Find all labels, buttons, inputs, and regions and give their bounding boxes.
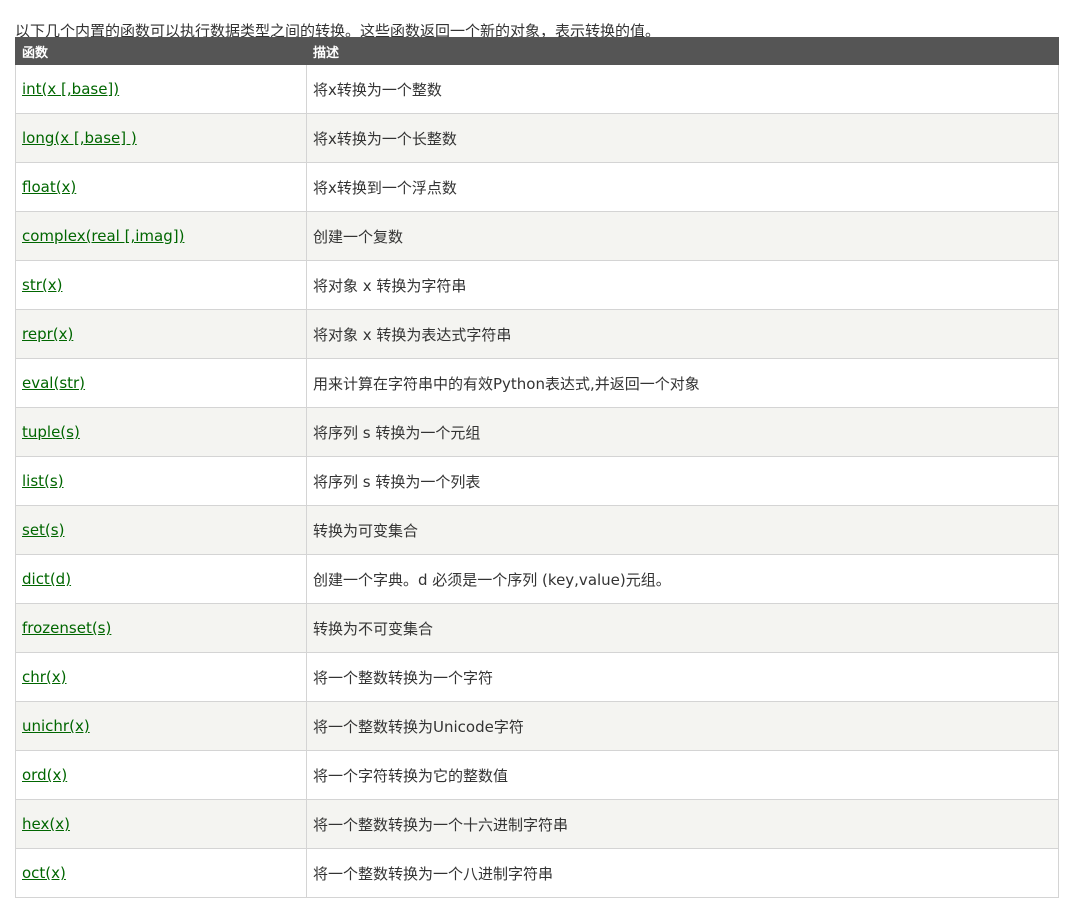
table-row: dict(d) 创建一个字典。d 必须是一个序列 (key,value)元组。 bbox=[15, 554, 1059, 604]
description-cell: 将一个整数转换为Unicode字符 bbox=[306, 701, 1059, 751]
description-cell: 创建一个复数 bbox=[306, 211, 1059, 261]
function-link[interactable]: ord(x) bbox=[22, 766, 67, 784]
description-cell: 将对象 x 转换为字符串 bbox=[306, 260, 1059, 310]
table-row: complex(real [,imag]) 创建一个复数 bbox=[15, 211, 1059, 261]
table-row: chr(x) 将一个整数转换为一个字符 bbox=[15, 652, 1059, 702]
function-link[interactable]: str(x) bbox=[22, 276, 62, 294]
description-cell: 将x转换到一个浮点数 bbox=[306, 162, 1059, 212]
function-cell: hex(x) bbox=[15, 799, 307, 849]
function-link[interactable]: set(s) bbox=[22, 521, 64, 539]
function-cell: set(s) bbox=[15, 505, 307, 555]
function-link[interactable]: float(x) bbox=[22, 178, 76, 196]
table-row: repr(x) 将对象 x 转换为表达式字符串 bbox=[15, 309, 1059, 359]
function-link[interactable]: complex(real [,imag]) bbox=[22, 227, 184, 245]
table-row: hex(x) 将一个整数转换为一个十六进制字符串 bbox=[15, 799, 1059, 849]
table-row: list(s) 将序列 s 转换为一个列表 bbox=[15, 456, 1059, 506]
description-cell: 用来计算在字符串中的有效Python表达式,并返回一个对象 bbox=[306, 358, 1059, 408]
description-cell: 将一个整数转换为一个八进制字符串 bbox=[306, 848, 1059, 898]
description-cell: 将一个整数转换为一个十六进制字符串 bbox=[306, 799, 1059, 849]
function-link[interactable]: hex(x) bbox=[22, 815, 70, 833]
function-link[interactable]: unichr(x) bbox=[22, 717, 90, 735]
function-link[interactable]: dict(d) bbox=[22, 570, 71, 588]
table-row: set(s) 转换为可变集合 bbox=[15, 505, 1059, 555]
function-link[interactable]: repr(x) bbox=[22, 325, 73, 343]
function-cell: ord(x) bbox=[15, 750, 307, 800]
description-cell: 将一个字符转换为它的整数值 bbox=[306, 750, 1059, 800]
description-cell: 将x转换为一个长整数 bbox=[306, 113, 1059, 163]
table-row: long(x [,base] ) 将x转换为一个长整数 bbox=[15, 113, 1059, 163]
function-cell: repr(x) bbox=[15, 309, 307, 359]
table-row: eval(str) 用来计算在字符串中的有效Python表达式,并返回一个对象 bbox=[15, 358, 1059, 408]
function-cell: list(s) bbox=[15, 456, 307, 506]
description-cell: 将x转换为一个整数 bbox=[306, 64, 1059, 114]
function-cell: eval(str) bbox=[15, 358, 307, 408]
table-row: ord(x) 将一个字符转换为它的整数值 bbox=[15, 750, 1059, 800]
description-cell: 将序列 s 转换为一个列表 bbox=[306, 456, 1059, 506]
function-cell: chr(x) bbox=[15, 652, 307, 702]
function-link[interactable]: frozenset(s) bbox=[22, 619, 111, 637]
table-row: str(x) 将对象 x 转换为字符串 bbox=[15, 260, 1059, 310]
function-cell: tuple(s) bbox=[15, 407, 307, 457]
function-link[interactable]: oct(x) bbox=[22, 864, 66, 882]
description-cell: 创建一个字典。d 必须是一个序列 (key,value)元组。 bbox=[306, 554, 1059, 604]
table-row: unichr(x) 将一个整数转换为Unicode字符 bbox=[15, 701, 1059, 751]
table-row: frozenset(s) 转换为不可变集合 bbox=[15, 603, 1059, 653]
function-link[interactable]: list(s) bbox=[22, 472, 64, 490]
description-cell: 将对象 x 转换为表达式字符串 bbox=[306, 309, 1059, 359]
table-header-row: 函数 描述 bbox=[15, 37, 1059, 65]
function-cell: complex(real [,imag]) bbox=[15, 211, 307, 261]
function-cell: oct(x) bbox=[15, 848, 307, 898]
function-cell: unichr(x) bbox=[15, 701, 307, 751]
header-function: 函数 bbox=[15, 37, 307, 65]
description-cell: 将一个整数转换为一个字符 bbox=[306, 652, 1059, 702]
function-cell: int(x [,base]) bbox=[15, 64, 307, 114]
function-cell: long(x [,base] ) bbox=[15, 113, 307, 163]
function-cell: str(x) bbox=[15, 260, 307, 310]
header-description: 描述 bbox=[306, 37, 1059, 65]
description-cell: 将序列 s 转换为一个元组 bbox=[306, 407, 1059, 457]
function-link[interactable]: tuple(s) bbox=[22, 423, 80, 441]
function-link[interactable]: eval(str) bbox=[22, 374, 85, 392]
table-row: tuple(s) 将序列 s 转换为一个元组 bbox=[15, 407, 1059, 457]
table-row: float(x) 将x转换到一个浮点数 bbox=[15, 162, 1059, 212]
function-link[interactable]: chr(x) bbox=[22, 668, 67, 686]
function-link[interactable]: int(x [,base]) bbox=[22, 80, 119, 98]
function-cell: frozenset(s) bbox=[15, 603, 307, 653]
function-link[interactable]: long(x [,base] ) bbox=[22, 129, 137, 147]
description-cell: 转换为可变集合 bbox=[306, 505, 1059, 555]
function-cell: float(x) bbox=[15, 162, 307, 212]
description-cell: 转换为不可变集合 bbox=[306, 603, 1059, 653]
table-row: int(x [,base]) 将x转换为一个整数 bbox=[15, 64, 1059, 114]
table-row: oct(x) 将一个整数转换为一个八进制字符串 bbox=[15, 848, 1059, 898]
conversion-functions-table: 函数 描述 int(x [,base]) 将x转换为一个整数 long(x [,b… bbox=[15, 37, 1059, 898]
function-cell: dict(d) bbox=[15, 554, 307, 604]
